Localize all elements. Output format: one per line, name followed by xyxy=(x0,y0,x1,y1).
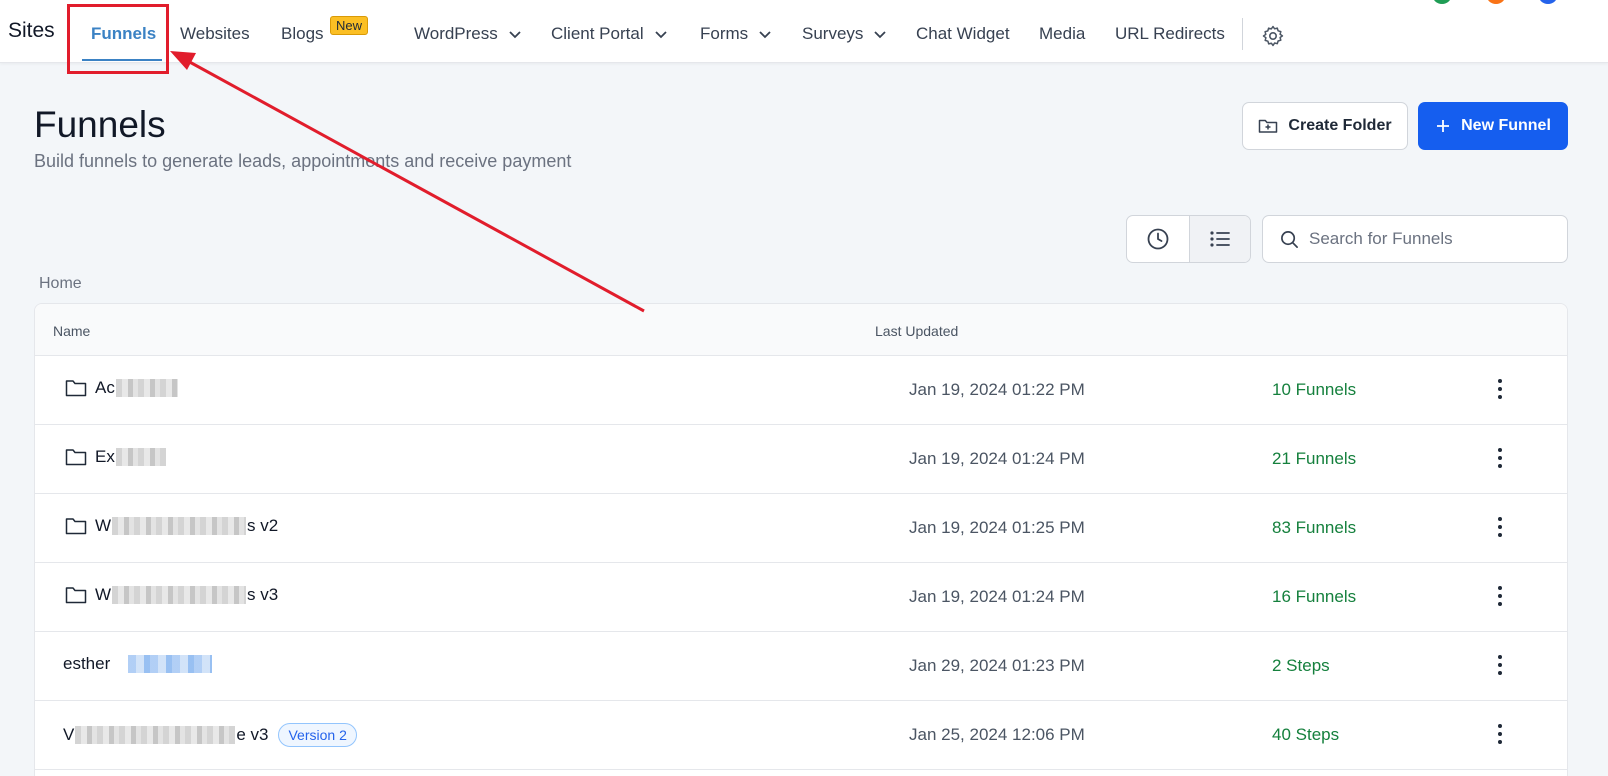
row-name: W s v3 xyxy=(65,585,278,605)
redacted-text xyxy=(75,726,236,744)
annotation-highlight-box xyxy=(67,4,169,74)
tab-media[interactable]: Media xyxy=(1039,24,1085,44)
tab-chat-widget[interactable]: Chat Widget xyxy=(916,24,1010,44)
more-options-icon[interactable] xyxy=(1490,376,1510,402)
row-name-suffix: e v3 xyxy=(236,725,269,744)
row-count: 2 Steps xyxy=(1272,656,1330,675)
clock-icon xyxy=(1147,228,1169,250)
row-count: 40 Steps xyxy=(1272,725,1340,744)
tab-wordpress-label: WordPress xyxy=(414,24,498,43)
table-row[interactable]: Ex Jan 19, 2024 01:24 PM 21 Funnels xyxy=(35,425,1567,494)
row-name: V e v3 Version 2 xyxy=(63,723,357,747)
nav-divider xyxy=(1242,18,1243,50)
more-options-icon[interactable] xyxy=(1490,652,1510,678)
row-count: 10 Funnels xyxy=(1272,380,1357,399)
row-last-updated: Jan 29, 2024 01:23 PM xyxy=(909,656,1085,675)
top-navigation: Sites Funnels Websites Blogs New WordPre… xyxy=(0,0,1608,63)
table-row[interactable]: Ac Jan 19, 2024 01:22 PM 10 Funnels xyxy=(35,356,1567,425)
tab-url-redirects[interactable]: URL Redirects xyxy=(1115,24,1225,44)
new-badge: New xyxy=(330,16,369,35)
table-row[interactable]: W s v2 Jan 19, 2024 01:25 PM 83 Funnels xyxy=(35,494,1567,563)
more-options-icon[interactable] xyxy=(1490,583,1510,609)
funnels-table: Name Last Updated Ac Jan 19, 2024 01:22 … xyxy=(34,303,1568,776)
table-row[interactable]: V e v3 Version 2 Jan 25, 2024 12:06 PM 4… xyxy=(35,701,1567,770)
tab-surveys-label: Surveys xyxy=(802,24,864,43)
avatar[interactable] xyxy=(1486,0,1506,4)
tab-websites[interactable]: Websites xyxy=(180,24,250,44)
chevron-down-icon xyxy=(654,31,667,39)
row-name-suffix: s v3 xyxy=(247,585,279,604)
list-icon xyxy=(1210,231,1230,247)
redacted-text xyxy=(115,448,166,466)
tab-client-portal[interactable]: Client Portal xyxy=(551,24,669,44)
tab-wordpress[interactable]: WordPress xyxy=(414,24,523,44)
recent-view-button[interactable] xyxy=(1127,216,1189,262)
row-name-text: esther xyxy=(63,654,111,673)
tab-surveys[interactable]: Surveys xyxy=(802,24,888,44)
tab-blogs[interactable]: Blogs xyxy=(281,24,324,44)
row-name-text: W xyxy=(95,516,112,535)
chevron-down-icon xyxy=(509,31,521,39)
folder-icon xyxy=(65,587,87,604)
row-count: 16 Funnels xyxy=(1272,587,1357,606)
search-box xyxy=(1262,215,1568,263)
page-subtitle: Build funnels to generate leads, appoint… xyxy=(34,151,572,171)
create-folder-label: Create Folder xyxy=(1288,117,1392,134)
row-name-text: V xyxy=(63,725,75,744)
column-header-name: Name xyxy=(53,323,91,339)
app-brand: Sites xyxy=(8,19,55,42)
folder-icon xyxy=(65,449,87,466)
list-view-button[interactable] xyxy=(1188,216,1250,262)
row-name: esther xyxy=(63,654,213,674)
row-last-updated: Jan 25, 2024 12:06 PM xyxy=(909,725,1085,744)
row-last-updated: Jan 19, 2024 01:25 PM xyxy=(909,518,1085,537)
table-row[interactable]: W s v3 Jan 19, 2024 01:24 PM 16 Funnels xyxy=(35,563,1567,632)
redacted-text xyxy=(112,517,247,535)
folder-icon xyxy=(65,518,87,535)
row-name: W s v2 xyxy=(65,516,278,536)
tab-forms[interactable]: Forms xyxy=(700,24,773,44)
search-input[interactable] xyxy=(1309,229,1559,249)
view-toggle xyxy=(1126,215,1251,263)
plus-icon xyxy=(1437,120,1450,132)
search-icon xyxy=(1281,230,1298,248)
avatar[interactable] xyxy=(1538,0,1558,4)
column-header-last-updated: Last Updated xyxy=(875,323,959,339)
row-name-text: Ex xyxy=(95,447,115,466)
row-name-text: Ac xyxy=(95,378,115,397)
create-folder-button[interactable]: Create Folder xyxy=(1242,102,1408,150)
chevron-down-icon xyxy=(874,31,887,39)
row-name-suffix: s v2 xyxy=(247,516,279,535)
version-badge: Version 2 xyxy=(278,723,357,747)
more-options-icon[interactable] xyxy=(1490,445,1510,471)
table-header: Name Last Updated xyxy=(35,304,1567,356)
tab-client-portal-label: Client Portal xyxy=(551,24,644,43)
page-title: Funnels xyxy=(34,104,166,145)
row-name-text: W xyxy=(95,585,112,604)
avatar[interactable] xyxy=(1432,0,1452,4)
row-last-updated: Jan 19, 2024 01:24 PM xyxy=(909,587,1085,606)
row-name: Ex xyxy=(65,447,167,467)
row-count: 21 Funnels xyxy=(1272,449,1357,468)
table-row[interactable]: esther Jan 29, 2024 01:23 PM 2 Steps xyxy=(35,632,1567,701)
row-name: Ac xyxy=(65,378,179,398)
new-funnel-label: New Funnel xyxy=(1461,117,1551,134)
new-funnel-button[interactable]: New Funnel xyxy=(1418,102,1568,150)
breadcrumb[interactable]: Home xyxy=(39,275,82,293)
more-options-icon[interactable] xyxy=(1490,514,1510,540)
more-options-icon[interactable] xyxy=(1490,721,1510,747)
redacted-text xyxy=(112,586,247,604)
row-last-updated: Jan 19, 2024 01:24 PM xyxy=(909,449,1085,468)
row-count: 83 Funnels xyxy=(1272,518,1357,537)
gear-icon[interactable] xyxy=(1261,24,1285,48)
tab-forms-label: Forms xyxy=(700,24,749,43)
chevron-down-icon xyxy=(759,31,771,39)
redacted-text xyxy=(115,379,178,397)
folder-plus-icon xyxy=(1259,119,1278,133)
redacted-text xyxy=(128,655,213,673)
row-last-updated: Jan 19, 2024 01:22 PM xyxy=(909,380,1085,399)
folder-icon xyxy=(65,380,87,397)
